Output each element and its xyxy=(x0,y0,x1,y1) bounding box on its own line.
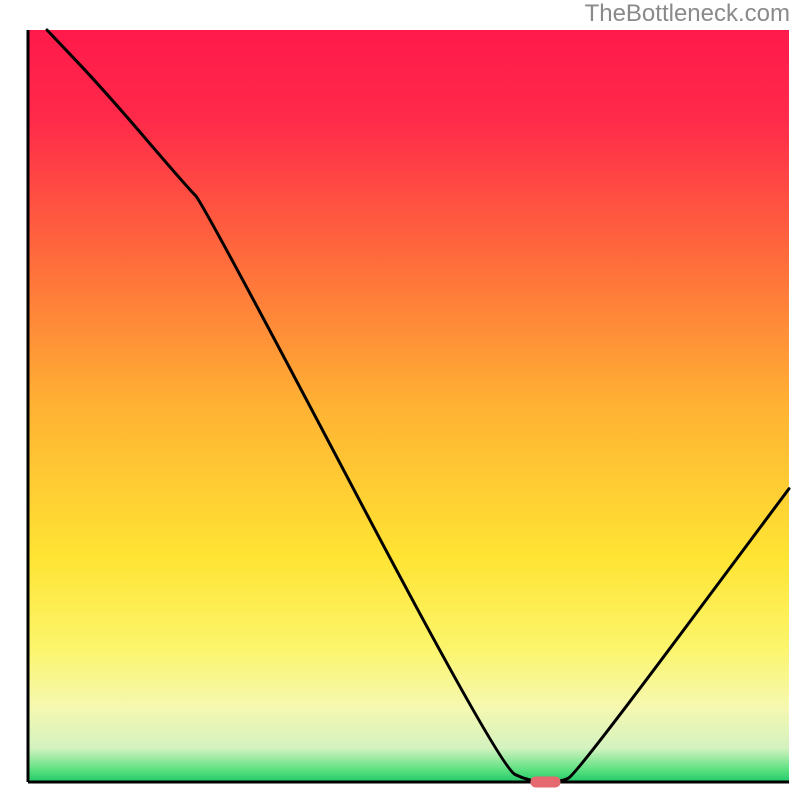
bottleneck-chart xyxy=(0,0,800,800)
chart-container: { "watermark": "TheBottleneck.com", "cha… xyxy=(0,0,800,800)
watermark-text: TheBottleneck.com xyxy=(585,0,790,28)
optimal-marker xyxy=(530,777,560,788)
gradient-background xyxy=(28,30,789,782)
